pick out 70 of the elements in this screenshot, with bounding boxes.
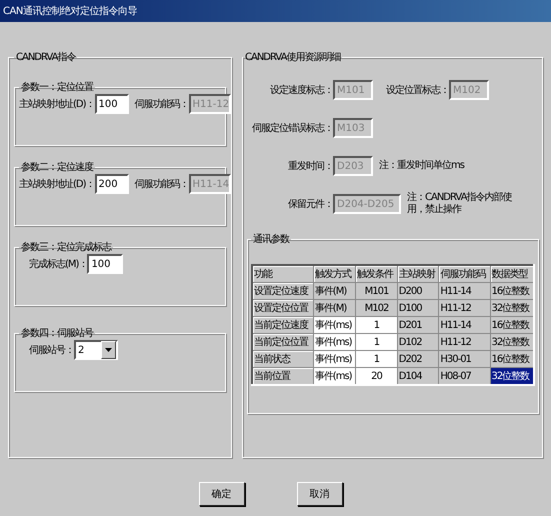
field-label: 设定位置标志： xyxy=(385,84,449,97)
row-header[interactable]: 设置定位位置 xyxy=(252,300,314,316)
window-title: CAN通讯控制绝对定位指令向导 xyxy=(0,0,551,22)
table-cell: 1 xyxy=(356,316,398,334)
column-header[interactable]: 触发方式 xyxy=(313,265,356,282)
note-text: 注：CANDRVA指令内部使用，禁止操作 xyxy=(407,192,513,216)
group-title: 参数三：定位完成标志 xyxy=(20,240,112,254)
group-title: 参数二：定位速度 xyxy=(20,160,94,174)
cancel-button[interactable]: 取消 xyxy=(296,482,342,506)
column-header[interactable]: 主站映射 xyxy=(397,265,439,282)
table-cell: 20 xyxy=(356,368,398,385)
field-label: 伺服功能码： xyxy=(134,178,189,191)
note-text: 注：重发时间单位ms xyxy=(379,160,466,172)
table-cell: D104 xyxy=(397,368,439,385)
table-cell: 1 xyxy=(356,350,398,368)
table-cell: 16位整数 xyxy=(490,282,534,300)
field-label: 主站映射地址(D)： xyxy=(19,98,95,111)
table-cell: 16位整数 xyxy=(490,316,534,334)
table-cell: M101 xyxy=(356,282,398,300)
table-cell: 事件(ms) xyxy=(313,316,356,334)
table-cell: 事件(ms) xyxy=(313,350,356,368)
column-header[interactable]: 伺服功能码 xyxy=(438,265,490,282)
table-cell: H11-14 xyxy=(438,316,490,334)
table-cell: M102 xyxy=(356,300,398,316)
table-cell: H11-14 xyxy=(438,282,490,300)
group-title: CANDRVA使用资源明细 xyxy=(244,51,342,64)
table-cell: 32位整数 xyxy=(490,334,534,350)
table-cell: D200 xyxy=(397,282,439,300)
field-label: 重发时间： xyxy=(287,160,333,173)
group-title: CANDRVA指令 xyxy=(15,50,77,64)
field-label: 完成标志(M)： xyxy=(29,258,88,271)
caret-icon xyxy=(105,348,112,352)
table-cell: 16位整数 xyxy=(490,350,534,368)
table-cell: 32位整数 xyxy=(490,368,534,385)
group-title: 通讯参数 xyxy=(252,232,290,246)
table-cell: H11-12 xyxy=(438,300,490,316)
table-cell: 事件(M) xyxy=(313,300,356,316)
column-header[interactable]: 触发条件 xyxy=(356,265,398,282)
group-title: 参数一：定位位置 xyxy=(20,80,94,94)
station-dropdown[interactable]: 2 xyxy=(74,340,118,360)
field-label: 伺服站号： xyxy=(29,344,74,357)
table-cell: H08-07 xyxy=(438,368,490,385)
table-cell: 事件(ms) xyxy=(313,368,356,385)
row-header[interactable]: 当前定位速度 xyxy=(252,316,314,334)
field-label: 保留元件： xyxy=(287,198,333,211)
table-cell: 32位整数 xyxy=(490,300,534,316)
row-header[interactable]: 当前定位位置 xyxy=(252,334,314,350)
table-cell: H11-12 xyxy=(438,334,490,350)
field-label: 伺服功能码： xyxy=(134,98,189,111)
ok-button[interactable]: 确定 xyxy=(198,482,244,506)
column-header[interactable]: 功能 xyxy=(252,265,314,282)
field-label: 设定速度标志： xyxy=(269,84,333,97)
table-cell: 1 xyxy=(356,334,398,350)
table-cell: 事件(M) xyxy=(313,282,356,300)
group-title: 参数四：伺服站号 xyxy=(20,326,94,340)
field-label: 伺服定位错误标志： xyxy=(251,122,333,135)
field-label: 主站映射地址(D)： xyxy=(19,178,95,191)
column-header[interactable]: 数据类型 xyxy=(490,265,534,282)
row-header[interactable]: 当前位置 xyxy=(252,368,314,385)
row-header[interactable]: 设置定位速度 xyxy=(252,282,314,300)
table-cell: D202 xyxy=(397,350,439,368)
table-cell: D100 xyxy=(397,300,439,316)
table-cell: H30-01 xyxy=(438,350,490,368)
text-field[interactable]: 200 xyxy=(94,174,129,194)
row-header[interactable]: 当前状态 xyxy=(252,350,314,368)
table-cell: D201 xyxy=(397,316,439,334)
text-field[interactable]: 100 xyxy=(87,254,124,274)
table-cell: 事件(ms) xyxy=(313,334,356,350)
table-cell: D102 xyxy=(397,334,439,350)
text-field[interactable]: 100 xyxy=(94,94,129,114)
